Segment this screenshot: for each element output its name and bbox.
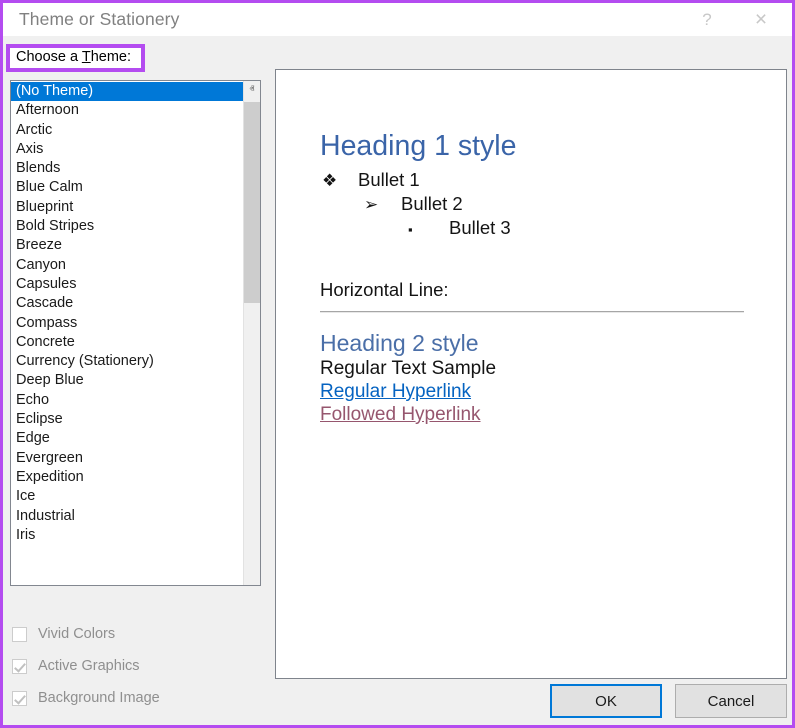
scroll-down-icon[interactable]: ⱟ xyxy=(244,568,260,585)
checkbox-row-active-graphics[interactable]: Active Graphics xyxy=(12,656,140,676)
preview-content: Heading 1 style ❖ Bullet 1 ➢ Bullet 2 ▪ … xyxy=(276,70,786,426)
list-item[interactable]: Iris xyxy=(11,526,243,545)
list-item[interactable]: Bold Stripes xyxy=(11,217,243,236)
choose-theme-label-prefix: Choose a xyxy=(16,49,82,65)
list-item[interactable]: Industrial xyxy=(11,507,243,526)
list-item[interactable]: Evergreen xyxy=(11,449,243,468)
list-item[interactable]: (No Theme) xyxy=(11,82,243,101)
theme-preview-pane: Heading 1 style ❖ Bullet 1 ➢ Bullet 2 ▪ … xyxy=(275,69,787,679)
title-bar-buttons: ? × xyxy=(684,3,792,36)
preview-regular-text: Regular Text Sample xyxy=(320,358,786,380)
choose-theme-label: Choose a Theme: xyxy=(16,49,131,65)
list-item[interactable]: Edge xyxy=(11,429,243,448)
list-item[interactable]: Capsules xyxy=(11,275,243,294)
preview-heading-2: Heading 2 style xyxy=(320,330,786,357)
preview-bullet-3-text: Bullet 3 xyxy=(449,217,511,239)
active-graphics-checkbox[interactable] xyxy=(12,659,27,674)
theme-list-scrollbar[interactable]: ⱏ ⱟ xyxy=(243,81,260,585)
list-item[interactable]: Echo xyxy=(11,391,243,410)
list-item[interactable]: Compass xyxy=(11,314,243,333)
theme-or-stationery-dialog: Theme or Stationery ? × Choose a Theme: … xyxy=(0,0,795,728)
preview-horizontal-rule xyxy=(320,311,744,313)
choose-theme-label-highlight: Choose a Theme: xyxy=(6,44,145,72)
list-item[interactable]: Eclipse xyxy=(11,410,243,429)
vivid-colors-checkbox[interactable] xyxy=(12,627,27,642)
preview-followed-hyperlink[interactable]: Followed Hyperlink xyxy=(320,404,786,426)
preview-bullet-level-3: ▪ Bullet 3 xyxy=(408,217,786,239)
background-image-checkbox[interactable] xyxy=(12,691,27,706)
list-item[interactable]: Blends xyxy=(11,159,243,178)
list-item[interactable]: Blueprint xyxy=(11,198,243,217)
list-item[interactable]: Deep Blue xyxy=(11,371,243,390)
preview-bullet-level-2: ➢ Bullet 2 xyxy=(364,193,786,215)
preview-bullet-2-text: Bullet 2 xyxy=(401,193,463,215)
window-title: Theme or Stationery xyxy=(19,9,179,30)
choose-theme-label-suffix: heme: xyxy=(91,49,131,65)
list-item[interactable]: Expedition xyxy=(11,468,243,487)
choose-theme-label-accel: T xyxy=(82,49,91,65)
ok-button[interactable]: OK xyxy=(550,684,662,718)
background-image-label: Background Image xyxy=(38,690,160,706)
preview-horizontal-line-label: Horizontal Line: xyxy=(320,279,786,301)
list-item[interactable]: Breeze xyxy=(11,236,243,255)
list-item[interactable]: Ice xyxy=(11,487,243,506)
scrollbar-thumb[interactable] xyxy=(244,102,260,303)
title-bar: Theme or Stationery ? × xyxy=(3,3,792,36)
square-bullet-icon: ▪ xyxy=(408,222,449,237)
list-item[interactable]: Currency (Stationery) xyxy=(11,352,243,371)
close-icon[interactable]: × xyxy=(730,3,792,36)
help-icon[interactable]: ? xyxy=(684,3,730,36)
scroll-up-icon[interactable]: ⱏ xyxy=(244,81,260,98)
cancel-button[interactable]: Cancel xyxy=(675,684,787,718)
preview-hyperlink[interactable]: Regular Hyperlink xyxy=(320,381,786,403)
checkbox-row-vivid-colors[interactable]: Vivid Colors xyxy=(12,624,115,644)
list-item[interactable]: Canyon xyxy=(11,256,243,275)
theme-listbox[interactable]: (No Theme) Afternoon Arctic Axis Blends Blue … xyxy=(10,80,261,586)
vivid-colors-label: Vivid Colors xyxy=(38,626,115,642)
preview-heading-1: Heading 1 style xyxy=(320,130,786,163)
list-item[interactable]: Cascade xyxy=(11,294,243,313)
list-item[interactable]: Afternoon xyxy=(11,101,243,120)
preview-bullet-level-1: ❖ Bullet 1 xyxy=(322,169,786,191)
diamond-bullet-icon: ❖ xyxy=(322,171,358,191)
list-item[interactable]: Axis xyxy=(11,140,243,159)
preview-bullet-1-text: Bullet 1 xyxy=(358,169,420,191)
arrow-bullet-icon: ➢ xyxy=(364,195,401,215)
dialog-body: Choose a Theme: (No Theme) Afternoon Arcti… xyxy=(3,36,792,725)
checkbox-row-background-image[interactable]: Background Image xyxy=(12,688,160,708)
list-item[interactable]: Blue Calm xyxy=(11,178,243,197)
active-graphics-label: Active Graphics xyxy=(38,658,140,674)
list-item[interactable]: Concrete xyxy=(11,333,243,352)
theme-list-items[interactable]: (No Theme) Afternoon Arctic Axis Blends Blue … xyxy=(11,81,243,585)
list-item[interactable]: Arctic xyxy=(11,121,243,140)
